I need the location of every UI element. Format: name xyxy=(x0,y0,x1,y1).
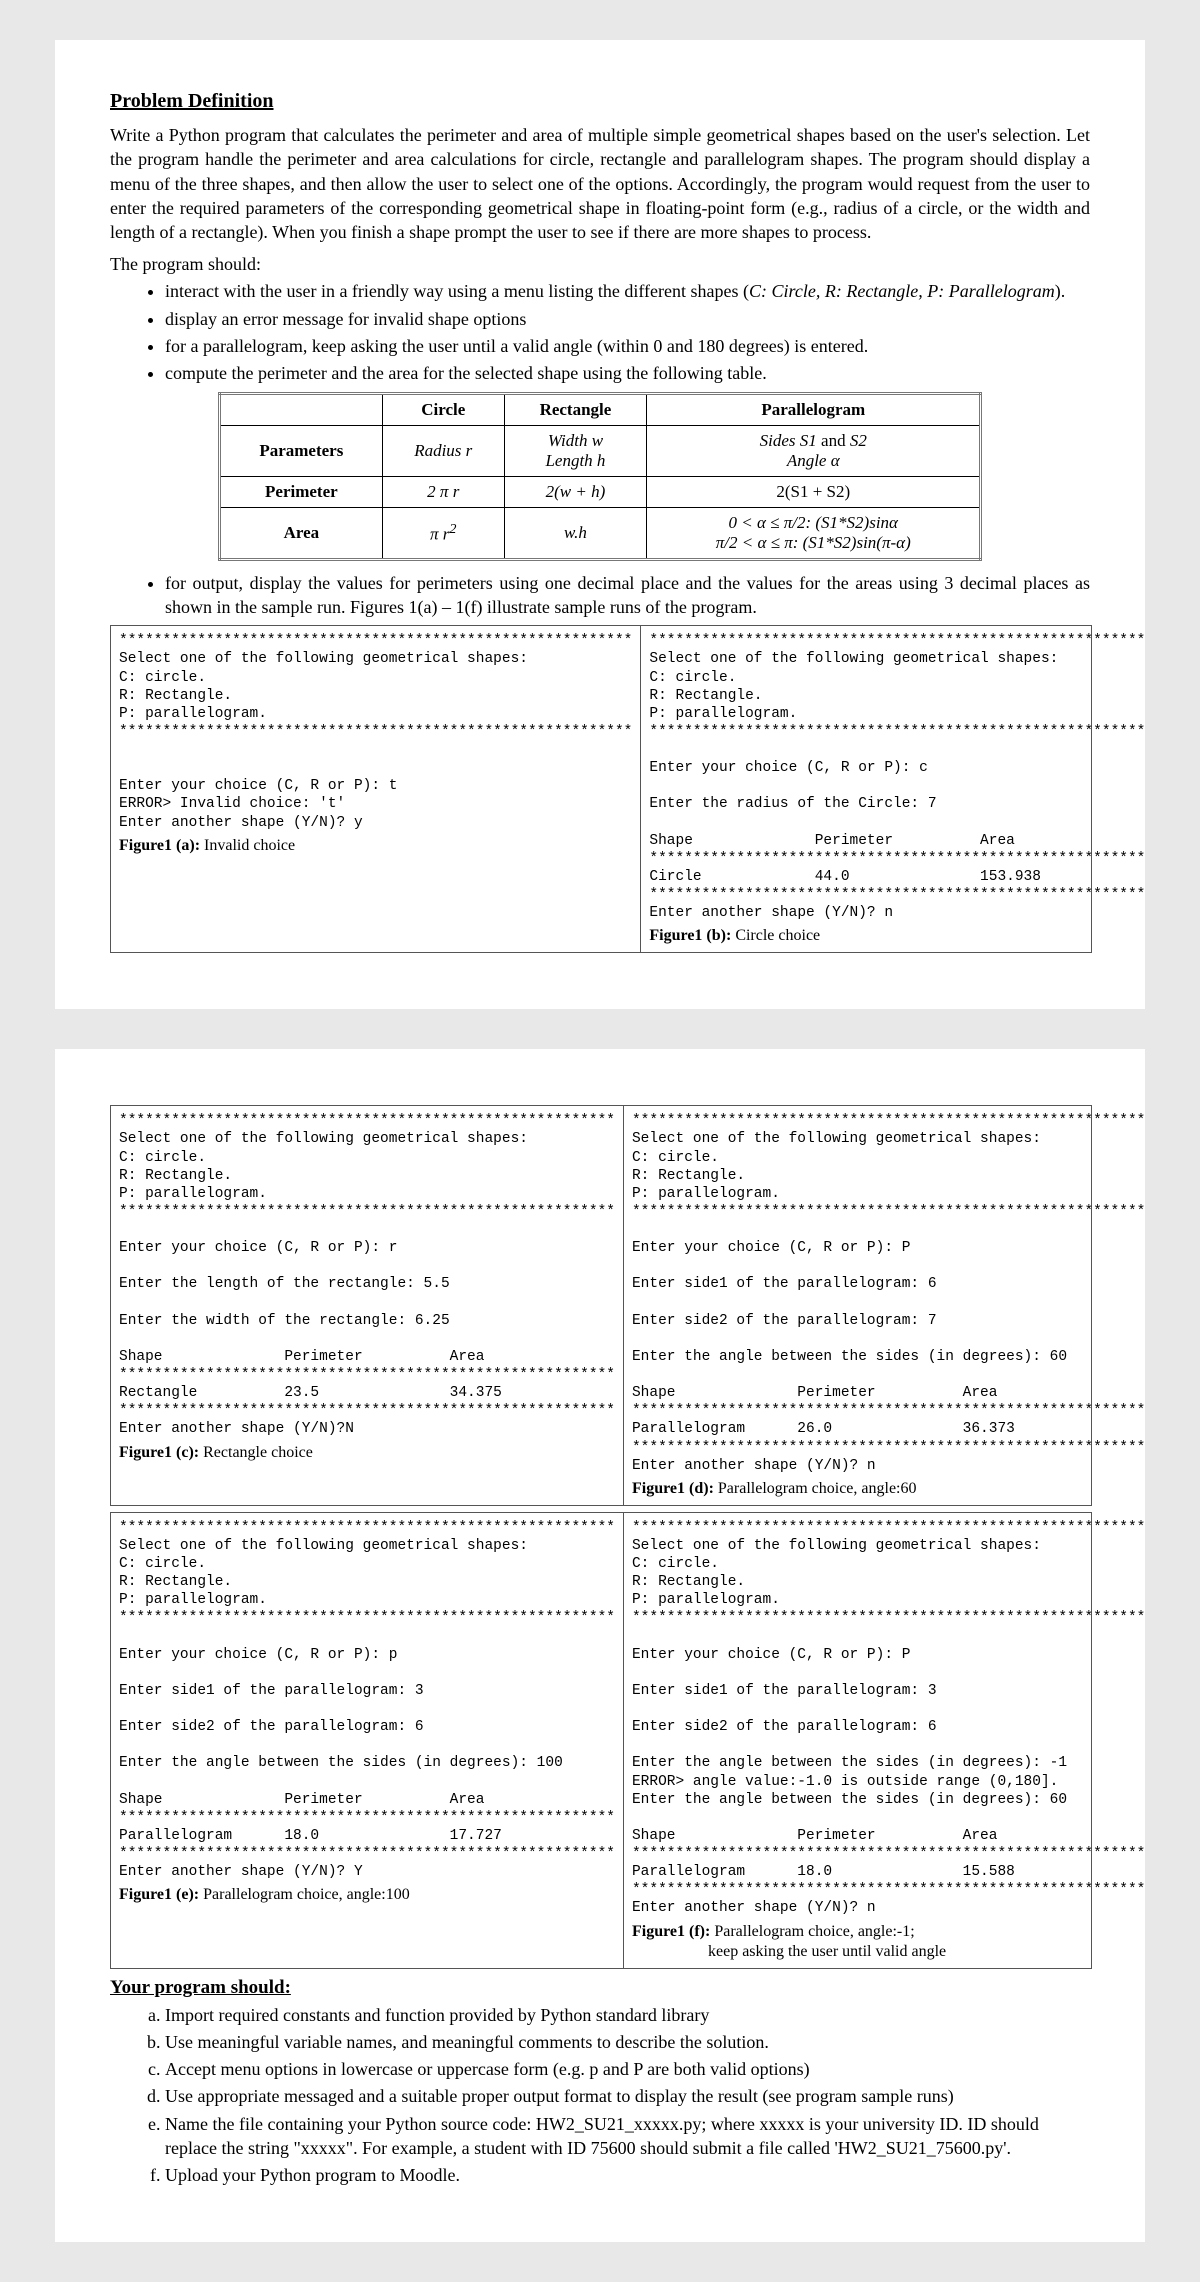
circle-area: π r2 xyxy=(382,507,504,559)
col-rectangle: Rectangle xyxy=(504,393,647,425)
rect-param: Width wLength h xyxy=(504,425,647,476)
bullet-list-1: interact with the user in a friendly way… xyxy=(110,279,1090,385)
page-2: ****************************************… xyxy=(55,1049,1145,2241)
para-perim: 2(S1 + S2) xyxy=(647,476,981,507)
figure-c: ****************************************… xyxy=(111,1106,624,1505)
figure-c-caption: Figure1 (c): Rectangle choice xyxy=(119,1443,615,1463)
bullet-parallelogram: for a parallelogram, keep asking the use… xyxy=(165,334,1090,358)
row-area: Area xyxy=(219,507,382,559)
figure-e: ****************************************… xyxy=(111,1513,624,1968)
para-area: 0 < α ≤ π/2: (S1*S2)sinαπ/2 < α ≤ π: (S1… xyxy=(647,507,981,559)
circle-param: Radius r xyxy=(382,425,504,476)
figure-a: ****************************************… xyxy=(111,626,641,952)
bullet-compute: compute the perimeter and the area for t… xyxy=(165,361,1090,385)
item-f: Upload your Python program to Moodle. xyxy=(165,2163,1090,2187)
item-b: Use meaningful variable names, and meani… xyxy=(165,2030,1090,2054)
table-empty-cell xyxy=(219,393,382,425)
bullet-output: for output, display the values for perim… xyxy=(165,571,1090,620)
figure-e-text: ****************************************… xyxy=(119,1520,615,1880)
figure-row-ef: ****************************************… xyxy=(110,1512,1092,1969)
alpha-list: Import required constants and function p… xyxy=(110,2003,1090,2188)
formula-table: Circle Rectangle Parallelogram Parameter… xyxy=(218,392,982,561)
figure-d-text: ****************************************… xyxy=(632,1113,1145,1473)
circle-perim: 2 π r xyxy=(382,476,504,507)
figure-f: ****************************************… xyxy=(624,1513,1153,1968)
col-circle: Circle xyxy=(382,393,504,425)
para-param: Sides S1 and S2Angle α xyxy=(647,425,981,476)
item-d: Use appropriate messaged and a suitable … xyxy=(165,2084,1090,2108)
program-should-lead: The program should: xyxy=(110,254,1090,275)
row-perimeter: Perimeter xyxy=(219,476,382,507)
figure-row-cd: ****************************************… xyxy=(110,1105,1092,1506)
figure-row-ab: ****************************************… xyxy=(110,625,1092,953)
bullet-error: display an error message for invalid sha… xyxy=(165,307,1090,331)
item-a: Import required constants and function p… xyxy=(165,2003,1090,2027)
figure-b-caption: Figure1 (b): Circle choice xyxy=(649,926,1145,946)
intro-paragraph: Write a Python program that calculates t… xyxy=(110,123,1090,244)
problem-definition-heading: Problem Definition xyxy=(110,90,1090,113)
rect-area: w.h xyxy=(504,507,647,559)
rect-perim: 2(w + h) xyxy=(504,476,647,507)
page-1: Problem Definition Write a Python progra… xyxy=(55,40,1145,1009)
your-program-heading: Your program should: xyxy=(110,1977,1090,1999)
item-c: Accept menu options in lowercase or uppe… xyxy=(165,2057,1090,2081)
item-e: Name the file containing your Python sou… xyxy=(165,2112,1090,2161)
figure-e-caption: Figure1 (e): Parallelogram choice, angle… xyxy=(119,1885,615,1905)
figure-c-text: ****************************************… xyxy=(119,1113,615,1437)
figure-f-text: ****************************************… xyxy=(632,1520,1145,1917)
figure-f-caption: Figure1 (f): Parallelogram choice, angle… xyxy=(632,1922,1145,1962)
bullet-list-2: for output, display the values for perim… xyxy=(110,571,1090,620)
figure-b-text: ****************************************… xyxy=(649,633,1145,921)
figure-a-caption: Figure1 (a): Invalid choice xyxy=(119,836,632,856)
figure-d: ****************************************… xyxy=(624,1106,1153,1505)
bullet-interact: interact with the user in a friendly way… xyxy=(165,279,1090,303)
col-parallelogram: Parallelogram xyxy=(647,393,981,425)
row-parameters: Parameters xyxy=(219,425,382,476)
figure-a-text: ****************************************… xyxy=(119,633,632,830)
figure-d-caption: Figure1 (d): Parallelogram choice, angle… xyxy=(632,1479,1145,1499)
figure-b: ****************************************… xyxy=(641,626,1153,952)
